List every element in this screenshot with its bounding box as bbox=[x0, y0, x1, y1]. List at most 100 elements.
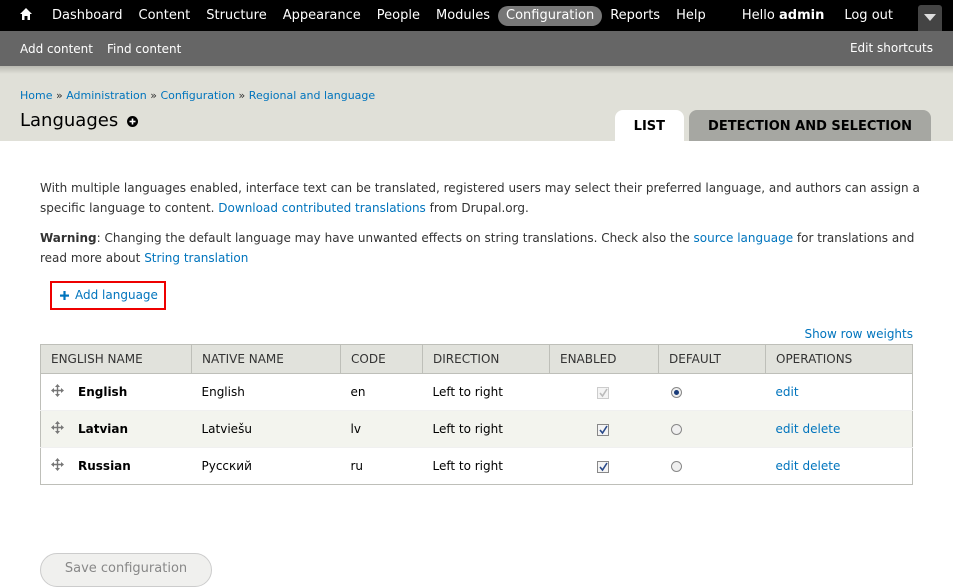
code: ru bbox=[340, 447, 423, 485]
header-operations: Operations bbox=[765, 344, 913, 374]
add-shortcut-icon[interactable] bbox=[127, 116, 138, 127]
english-name: English bbox=[78, 385, 128, 399]
checkmark-icon bbox=[598, 425, 608, 434]
hello-user[interactable]: Hello admin bbox=[742, 8, 824, 23]
native-name: Русский bbox=[191, 447, 341, 485]
intro-suffix: from Drupal.org. bbox=[429, 201, 529, 215]
delete-link[interactable]: delete bbox=[803, 422, 841, 436]
shortcuts-toggle-button[interactable] bbox=[918, 5, 942, 31]
drag-handle-icon[interactable] bbox=[51, 384, 64, 397]
header-code: Code bbox=[340, 344, 423, 374]
username: admin bbox=[779, 8, 825, 23]
intro-text: With multiple languages enabled, interfa… bbox=[40, 178, 920, 218]
menu-item-appearance[interactable]: Appearance bbox=[275, 6, 369, 26]
primary-tabs: List Detection and selection bbox=[610, 110, 931, 141]
menu-item-structure[interactable]: Structure bbox=[198, 6, 274, 26]
edit-link[interactable]: edit bbox=[776, 385, 799, 399]
chevron-down-icon bbox=[924, 14, 936, 21]
user-menu: Hello admin Log out bbox=[742, 0, 893, 31]
breadcrumb-configuration[interactable]: Configuration bbox=[160, 89, 235, 102]
page-header: Home » Administration » Configuration » … bbox=[0, 66, 953, 141]
menu-item-modules[interactable]: Modules bbox=[428, 6, 498, 26]
menu-item-configuration[interactable]: Configuration bbox=[498, 5, 603, 26]
breadcrumb: Home » Administration » Configuration » … bbox=[20, 89, 376, 102]
drag-handle-icon[interactable] bbox=[51, 421, 64, 434]
plus-icon bbox=[60, 291, 69, 300]
add-language-action[interactable]: Add language bbox=[50, 281, 166, 310]
breadcrumb-home[interactable]: Home bbox=[20, 89, 52, 102]
download-translations-link[interactable]: Download contributed translations bbox=[218, 201, 426, 215]
hello-label: Hello bbox=[741, 8, 775, 23]
default-cell bbox=[658, 447, 766, 485]
header-direction: Direction bbox=[422, 344, 550, 374]
admin-toolbar: Dashboard Content Structure Appearance P… bbox=[0, 0, 953, 31]
code: lv bbox=[340, 410, 423, 448]
english-name-cell: English bbox=[40, 373, 192, 411]
shortcut-list: Add content Find content bbox=[13, 31, 188, 66]
enabled-checkbox[interactable] bbox=[596, 460, 609, 473]
enabled-checkbox bbox=[596, 386, 609, 399]
english-name-cell: Russian bbox=[40, 447, 192, 485]
warning-body: : Changing the default language may have… bbox=[96, 231, 690, 245]
operations-cell: edit delete bbox=[765, 447, 913, 485]
code: en bbox=[340, 373, 423, 411]
add-language-label: Add language bbox=[75, 288, 158, 302]
native-name: Latviešu bbox=[191, 410, 341, 448]
header-english-name: English name bbox=[40, 344, 192, 374]
header-native-name: Native name bbox=[191, 344, 341, 374]
breadcrumb-regional-language[interactable]: Regional and language bbox=[249, 89, 375, 102]
operations-cell: edit bbox=[765, 373, 913, 411]
menu-item-content[interactable]: Content bbox=[131, 6, 199, 26]
shortcut-add-content[interactable]: Add content bbox=[13, 42, 100, 56]
english-name: Latvian bbox=[78, 422, 129, 436]
english-name-cell: Latvian bbox=[40, 410, 192, 448]
menu-item-people[interactable]: People bbox=[369, 6, 428, 26]
default-radio[interactable] bbox=[670, 461, 682, 472]
default-cell bbox=[658, 410, 766, 448]
string-translation-link[interactable]: String translation bbox=[144, 251, 248, 265]
save-configuration-button[interactable]: Save configuration bbox=[40, 553, 212, 587]
breadcrumb-administration[interactable]: Administration bbox=[66, 89, 147, 102]
enabled-cell bbox=[549, 447, 659, 485]
drag-handle-icon[interactable] bbox=[51, 458, 64, 471]
menu-item-reports[interactable]: Reports bbox=[602, 6, 668, 26]
tab-list[interactable]: List bbox=[614, 110, 685, 141]
warning-text: Warning: Changing the default language m… bbox=[40, 228, 920, 268]
enabled-cell bbox=[549, 373, 659, 411]
checkmark-icon bbox=[598, 388, 608, 397]
operations-cell: edit delete bbox=[765, 410, 913, 448]
table-row: English English en Left to right edit bbox=[40, 373, 913, 411]
english-name: Russian bbox=[78, 459, 131, 473]
shortcuts-bar: Add content Find content Edit shortcuts bbox=[0, 31, 953, 66]
edit-shortcuts-link[interactable]: Edit shortcuts bbox=[850, 31, 933, 66]
show-row-weights-link[interactable]: Show row weights bbox=[804, 327, 913, 341]
edit-link[interactable]: edit bbox=[776, 422, 799, 436]
header-default: Default bbox=[658, 344, 766, 374]
tab-detection-selection[interactable]: Detection and selection bbox=[689, 110, 931, 141]
source-language-link[interactable]: source language bbox=[694, 231, 794, 245]
native-name: English bbox=[191, 373, 341, 411]
home-icon[interactable] bbox=[19, 7, 33, 21]
table-header-row: English name Native name Code Direction … bbox=[40, 344, 913, 374]
edit-link[interactable]: edit bbox=[776, 459, 799, 473]
delete-link[interactable]: delete bbox=[803, 459, 841, 473]
default-radio[interactable] bbox=[670, 387, 682, 398]
table-row: Russian Русский ru Left to right edit del… bbox=[40, 447, 913, 485]
direction: Left to right bbox=[422, 410, 550, 448]
warning-label: Warning bbox=[40, 231, 97, 245]
default-cell bbox=[658, 373, 766, 411]
table-row: Latvian Latviešu lv Left to right edit de… bbox=[40, 410, 913, 448]
direction: Left to right bbox=[422, 373, 550, 411]
enabled-checkbox[interactable] bbox=[596, 423, 609, 436]
default-radio[interactable] bbox=[670, 424, 682, 435]
menu-item-help[interactable]: Help bbox=[668, 6, 714, 26]
toolbar-menu: Dashboard Content Structure Appearance P… bbox=[44, 0, 714, 31]
header-enabled: Enabled bbox=[549, 344, 659, 374]
menu-item-dashboard[interactable]: Dashboard bbox=[44, 6, 131, 26]
shortcut-find-content[interactable]: Find content bbox=[100, 42, 188, 56]
direction: Left to right bbox=[422, 447, 550, 485]
page-title: Languages bbox=[20, 110, 119, 131]
checkmark-icon bbox=[598, 462, 608, 471]
enabled-cell bbox=[549, 410, 659, 448]
logout-link[interactable]: Log out bbox=[844, 8, 893, 23]
